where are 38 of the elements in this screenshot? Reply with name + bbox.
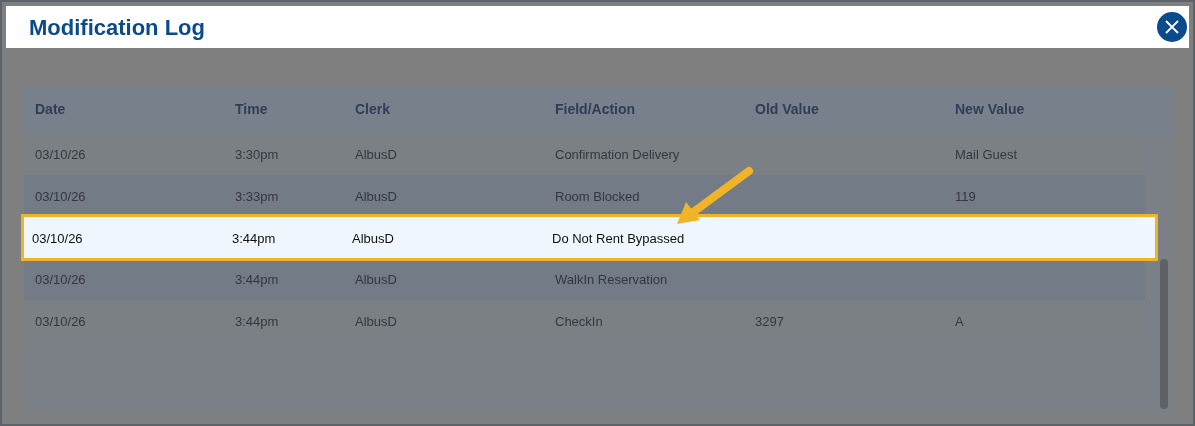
- column-header: Time: [235, 101, 268, 117]
- close-icon: [1165, 20, 1179, 34]
- table-row[interactable]: 03/10/26 3:44pm AlbusD WalkIn Reservation: [24, 258, 1145, 300]
- table-cell: Do Not Rent Bypassed: [552, 230, 685, 246]
- close-button[interactable]: [1157, 12, 1187, 42]
- table-cell: 3:30pm: [235, 147, 279, 162]
- table-cell: AlbusD: [355, 314, 397, 329]
- table-cell: Confirmation Delivery: [555, 147, 680, 162]
- dialog-title: Modification Log: [29, 13, 205, 42]
- table-cell: 3:33pm: [235, 189, 279, 204]
- table-cell: AlbusD: [355, 272, 397, 287]
- table-cell: 03/10/26: [32, 230, 83, 246]
- column-header: New Value: [955, 101, 1025, 117]
- table-cell: 03/10/26: [35, 314, 86, 329]
- table-cell: 03/10/26: [35, 272, 86, 287]
- table-cell: 03/10/26: [35, 189, 86, 204]
- table-cell: Mail Guest: [955, 147, 1018, 162]
- table-cell: 3297: [755, 314, 784, 329]
- table-cell: 119: [955, 189, 976, 204]
- table-cell: WalkIn Reservation: [555, 272, 668, 287]
- table-cell: AlbusD: [355, 189, 397, 204]
- column-header: Field/Action: [555, 101, 636, 117]
- table-cell: CheckIn: [555, 314, 603, 329]
- table-cell: Room Blocked: [555, 189, 640, 204]
- column-header: Clerk: [355, 101, 391, 117]
- table-cell: 3:44pm: [232, 230, 276, 246]
- table-cell: AlbusD: [352, 230, 394, 246]
- table-cell: AlbusD: [355, 147, 397, 162]
- table-cell: 3:44pm: [235, 272, 279, 287]
- scrollbar-thumb[interactable]: [1160, 259, 1168, 409]
- table-cell: 3:44pm: [235, 314, 279, 329]
- column-header: Old Value: [755, 101, 819, 117]
- table-cell: A: [955, 314, 964, 329]
- table-row[interactable]: 03/10/26 3:44pm AlbusD Do Not Rent Bypassed: [21, 214, 1158, 261]
- arrow-icon: [674, 164, 756, 226]
- table-row[interactable]: 03/10/26 3:33pm AlbusD Room Blocked 119: [24, 175, 1145, 217]
- table-cell: 03/10/26: [35, 147, 86, 162]
- column-header: Date: [35, 101, 66, 117]
